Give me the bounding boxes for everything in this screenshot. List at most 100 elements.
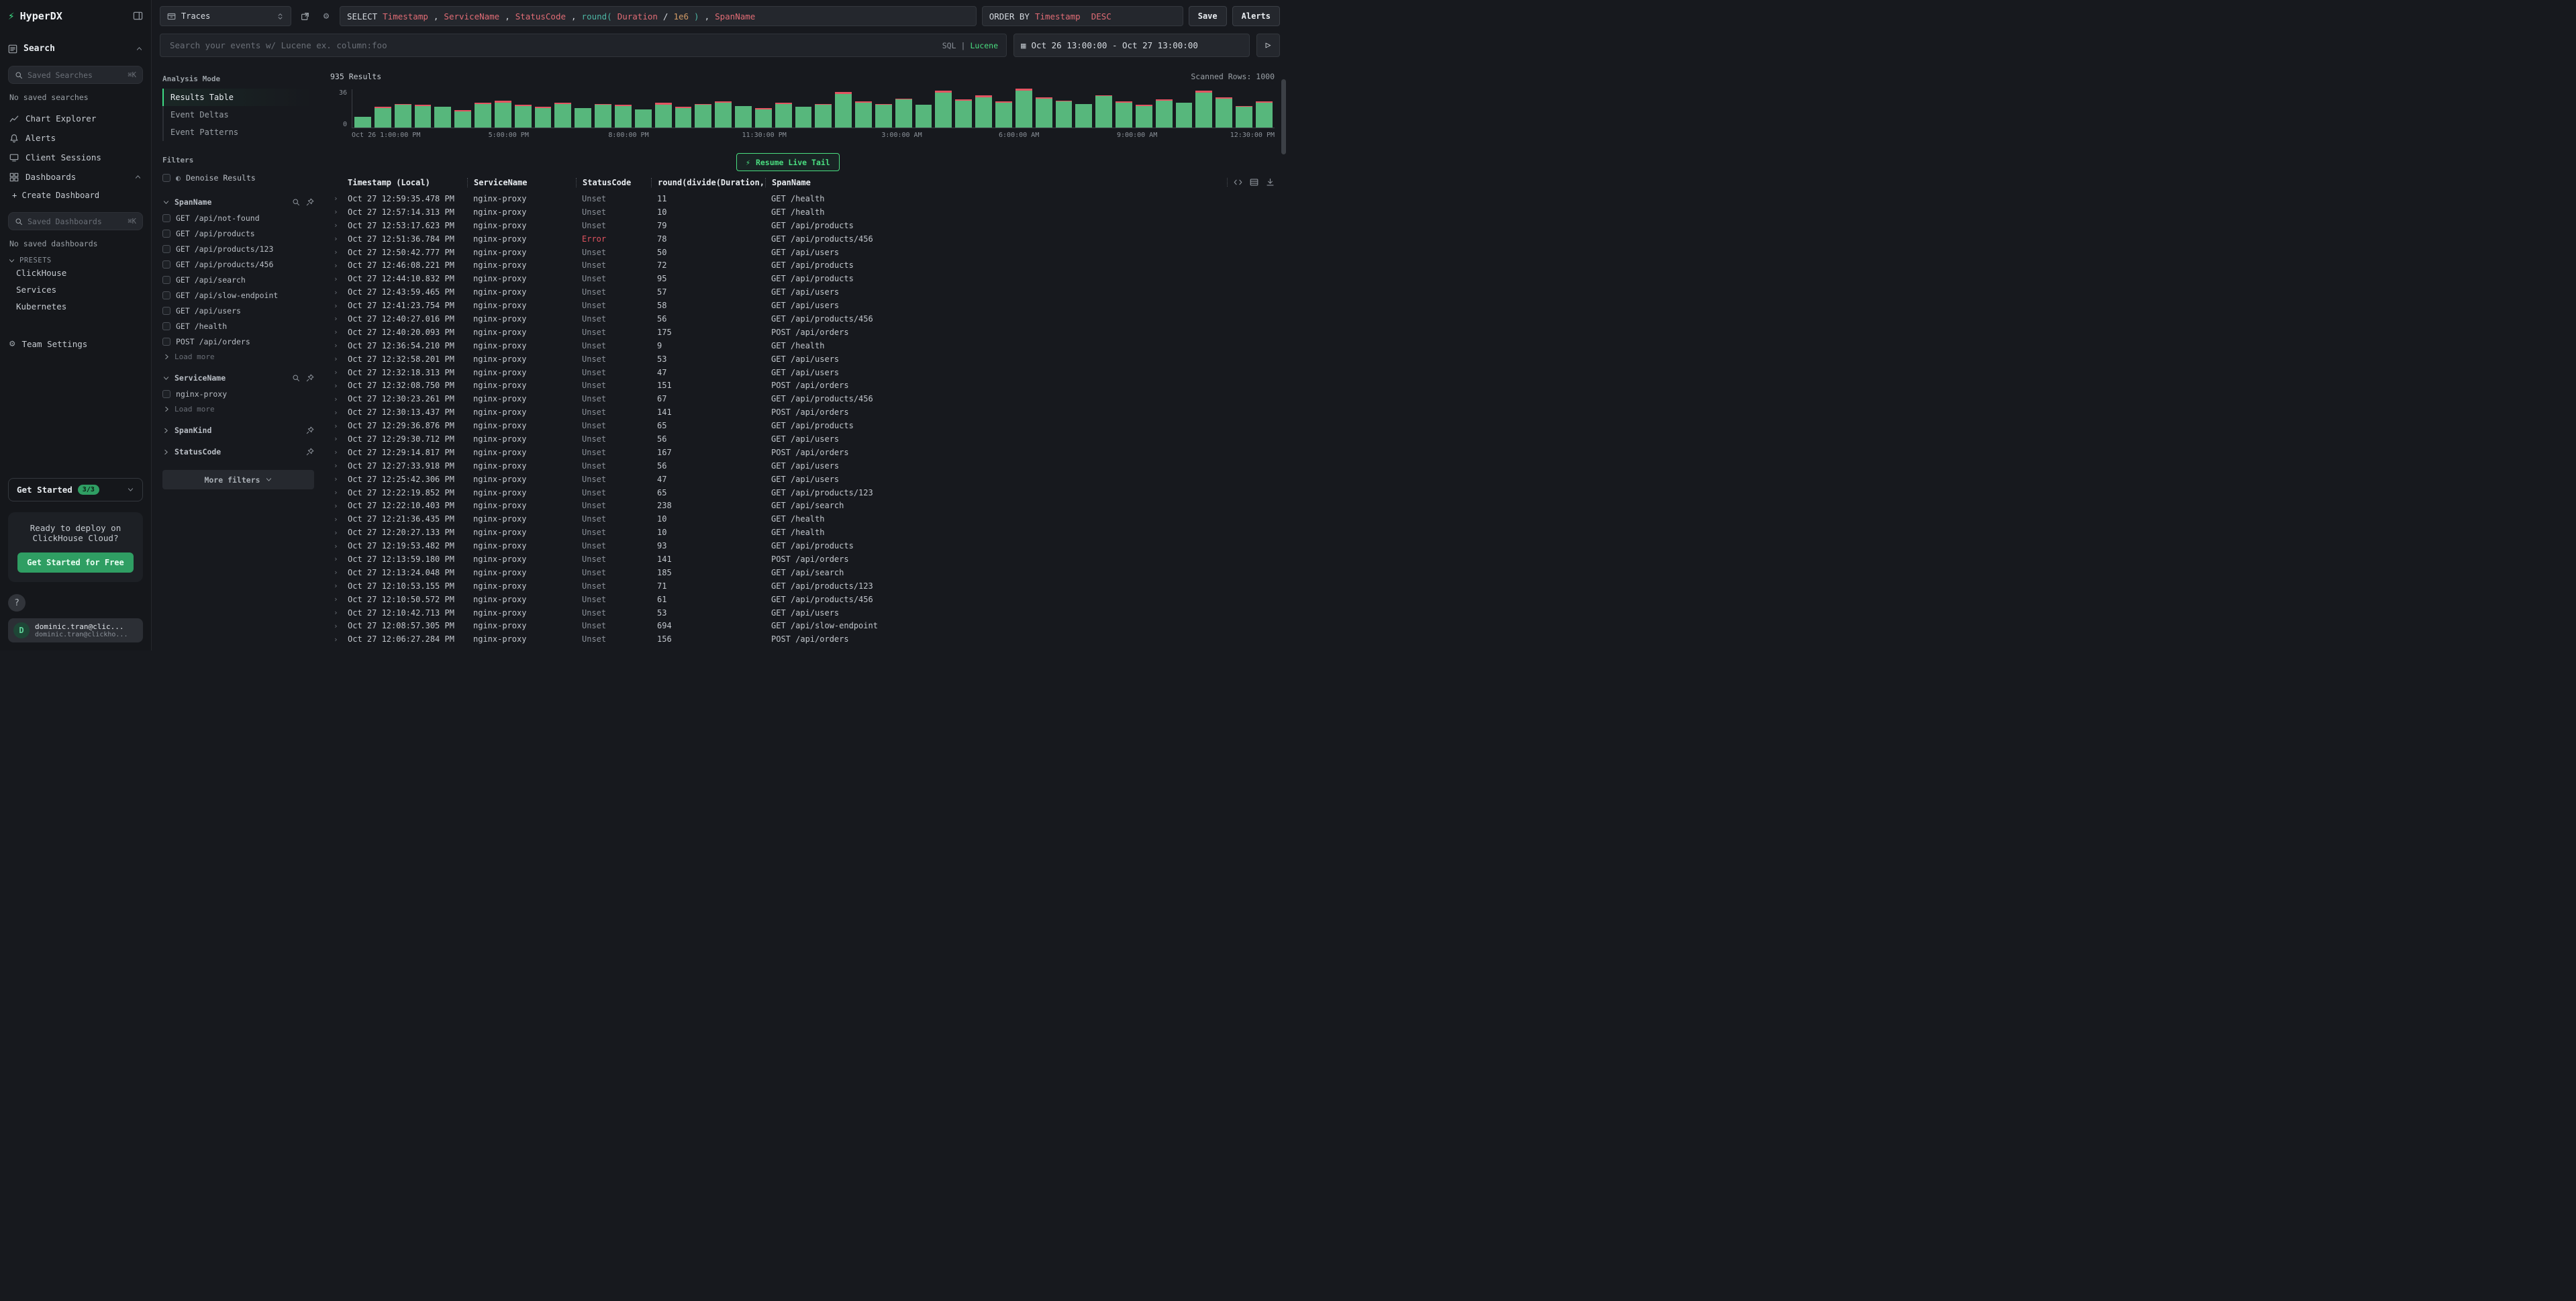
expand-row-icon[interactable]: › — [330, 408, 348, 417]
histogram-bar[interactable] — [1056, 101, 1073, 128]
preset-item-services[interactable]: Services — [8, 281, 143, 298]
expand-row-icon[interactable]: › — [330, 581, 348, 590]
col-statuscode[interactable]: StatusCode — [576, 178, 651, 187]
load-more-button[interactable]: Load more — [162, 401, 314, 414]
expand-row-icon[interactable]: › — [330, 622, 348, 630]
table-row[interactable]: ›Oct 27 12:29:14.817 PMnginx-proxyUnset1… — [330, 446, 1275, 459]
expand-row-icon[interactable]: › — [330, 368, 348, 377]
facet-value-checkbox[interactable]: GET /health — [162, 318, 314, 334]
table-row[interactable]: ›Oct 27 12:21:36.435 PMnginx-proxyUnset1… — [330, 512, 1275, 526]
expand-row-icon[interactable]: › — [330, 448, 348, 456]
analysis-mode-event-patterns[interactable]: Event Patterns — [164, 124, 314, 141]
facet-value-checkbox[interactable]: POST /api/orders — [162, 334, 314, 349]
facet-value-checkbox[interactable]: GET /api/products — [162, 226, 314, 241]
histogram-bar[interactable] — [475, 103, 491, 128]
table-row[interactable]: ›Oct 27 12:25:42.306 PMnginx-proxyUnset4… — [330, 473, 1275, 486]
sidebar-item-team-settings[interactable]: ⚙ Team Settings — [8, 334, 143, 354]
expand-button[interactable] — [297, 8, 313, 24]
col-spanname[interactable]: SpanName — [765, 178, 1275, 187]
facet-search-icon[interactable] — [292, 198, 300, 206]
expand-row-icon[interactable]: › — [330, 555, 348, 563]
histogram-bar[interactable] — [695, 104, 711, 128]
histogram-bar[interactable] — [535, 107, 552, 128]
histogram-bar[interactable] — [595, 104, 611, 128]
table-view-icon[interactable] — [1250, 178, 1258, 187]
chevron-up-icon[interactable] — [136, 45, 143, 52]
histogram-bar[interactable] — [1075, 104, 1092, 128]
expand-row-icon[interactable]: › — [330, 261, 348, 270]
table-row[interactable]: ›Oct 27 12:57:14.313 PMnginx-proxyUnset1… — [330, 205, 1275, 219]
sidebar-item-alerts[interactable]: Alerts — [8, 128, 143, 148]
histogram-bar[interactable] — [815, 104, 832, 128]
table-row[interactable]: ›Oct 27 12:43:59.465 PMnginx-proxyUnset5… — [330, 285, 1275, 299]
histogram-bar[interactable] — [1256, 101, 1273, 128]
col-servicename[interactable]: ServiceName — [467, 178, 576, 187]
expand-row-icon[interactable]: › — [330, 434, 348, 443]
sql-query-input[interactable]: SELECT Timestamp,ServiceName,StatusCode,… — [340, 6, 977, 26]
expand-row-icon[interactable]: › — [330, 515, 348, 524]
analysis-mode-results-table[interactable]: Results Table — [162, 89, 314, 106]
pin-icon[interactable] — [306, 448, 314, 456]
help-button[interactable]: ? — [8, 594, 26, 612]
table-row[interactable]: ›Oct 27 12:08:57.305 PMnginx-proxyUnset6… — [330, 620, 1275, 633]
facet-value-checkbox[interactable]: GET /api/not-found — [162, 210, 314, 226]
preset-item-clickhouse[interactable]: ClickHouse — [8, 264, 143, 281]
histogram-bar[interactable] — [1216, 97, 1232, 128]
histogram-bar[interactable] — [975, 95, 992, 128]
histogram-bar[interactable] — [915, 105, 932, 128]
facet-value-checkbox[interactable]: GET /api/search — [162, 272, 314, 287]
save-button[interactable]: Save — [1189, 6, 1227, 26]
col-duration[interactable]: round(divide(Duration, — [651, 178, 765, 187]
table-row[interactable]: ›Oct 27 12:27:33.918 PMnginx-proxyUnset5… — [330, 459, 1275, 473]
table-row[interactable]: ›Oct 27 12:22:19.852 PMnginx-proxyUnset6… — [330, 486, 1275, 499]
facet-value-checkbox[interactable]: GET /api/products/456 — [162, 256, 314, 272]
presets-toggle[interactable]: PRESETS — [8, 256, 143, 264]
saved-searches-input[interactable]: Saved Searches ⌘K — [8, 66, 143, 84]
expand-row-icon[interactable]: › — [330, 395, 348, 403]
lucene-mode-option[interactable]: Lucene — [970, 41, 998, 50]
table-row[interactable]: ›Oct 27 12:13:59.180 PMnginx-proxyUnset1… — [330, 552, 1275, 566]
histogram-bar[interactable] — [1036, 97, 1052, 128]
table-row[interactable]: ›Oct 27 12:53:17.623 PMnginx-proxyUnset7… — [330, 219, 1275, 232]
source-select[interactable]: Traces — [160, 6, 291, 26]
resume-live-tail-button[interactable]: ⚡ Resume Live Tail — [736, 153, 840, 171]
expand-row-icon[interactable]: › — [330, 314, 348, 323]
histogram-bar[interactable] — [735, 106, 752, 128]
table-row[interactable]: ›Oct 27 12:13:24.048 PMnginx-proxyUnset1… — [330, 566, 1275, 579]
get-started-free-button[interactable]: Get Started for Free — [17, 552, 134, 573]
table-row[interactable]: ›Oct 27 12:06:27.284 PMnginx-proxyUnset1… — [330, 632, 1275, 646]
facet-statuscode[interactable]: StatusCode — [162, 447, 314, 456]
histogram-bar[interactable] — [895, 99, 912, 128]
facet-value-checkbox[interactable]: nginx-proxy — [162, 386, 314, 401]
table-row[interactable]: ›Oct 27 12:41:23.754 PMnginx-proxyUnset5… — [330, 299, 1275, 312]
col-timestamp[interactable]: Timestamp (Local) — [348, 178, 467, 187]
expand-row-icon[interactable]: › — [330, 635, 348, 644]
histogram-bar[interactable] — [1095, 95, 1112, 128]
facet-spankind[interactable]: SpanKind — [162, 426, 314, 435]
facet-value-checkbox[interactable]: GET /api/slow-endpoint — [162, 287, 314, 303]
expand-row-icon[interactable]: › — [330, 194, 348, 203]
table-row[interactable]: ›Oct 27 12:46:08.221 PMnginx-proxyUnset7… — [330, 258, 1275, 272]
expand-row-icon[interactable]: › — [330, 207, 348, 216]
run-query-button[interactable]: ▷ — [1256, 34, 1280, 57]
expand-row-icon[interactable]: › — [330, 248, 348, 256]
scrollbar[interactable] — [1281, 79, 1286, 646]
table-row[interactable]: ›Oct 27 12:10:42.713 PMnginx-proxyUnset5… — [330, 606, 1275, 620]
histogram-bar[interactable] — [615, 105, 632, 128]
query-settings-button[interactable]: ⚙ — [318, 8, 334, 24]
sidebar-section-search[interactable]: Search — [8, 44, 143, 54]
histogram-bar[interactable] — [995, 101, 1012, 128]
table-row[interactable]: ›Oct 27 12:30:13.437 PMnginx-proxyUnset1… — [330, 405, 1275, 419]
histogram-bar[interactable] — [855, 101, 872, 128]
histogram-bar[interactable] — [495, 101, 511, 128]
histogram-bar[interactable] — [715, 101, 732, 128]
preset-item-kubernetes[interactable]: Kubernetes — [8, 298, 143, 315]
expand-row-icon[interactable]: › — [330, 608, 348, 617]
table-row[interactable]: ›Oct 27 12:30:23.261 PMnginx-proxyUnset6… — [330, 392, 1275, 405]
histogram-bar[interactable] — [415, 105, 432, 128]
saved-dashboards-input[interactable]: Saved Dashboards ⌘K — [8, 212, 143, 230]
table-row[interactable]: ›Oct 27 12:50:42.777 PMnginx-proxyUnset5… — [330, 246, 1275, 259]
facet-search-icon[interactable] — [292, 374, 300, 382]
histogram-bar[interactable] — [1176, 103, 1193, 128]
table-row[interactable]: ›Oct 27 12:40:20.093 PMnginx-proxyUnset1… — [330, 326, 1275, 339]
